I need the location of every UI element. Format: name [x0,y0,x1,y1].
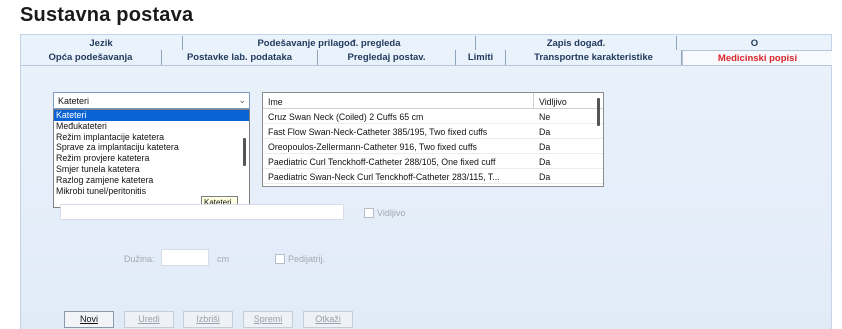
length-label: Dužina: [124,254,155,264]
tab-row-top: Jezik Podešavanje prilagođ. pregleda Zap… [20,36,832,50]
tab-transport-characteristics[interactable]: Transportne karakteristike [506,50,682,65]
visible-label: Vidljivo [377,208,406,218]
table-scrollbar[interactable] [597,98,600,126]
dropdown-option[interactable]: Međukateteri [54,121,249,132]
cell-name: Oreopoulos-Zellermann-Catheter 916, Two … [268,142,477,152]
pediatric-label: Pedijatrij. [288,254,326,264]
chevron-down-icon[interactable]: ⌄ [238,95,246,106]
delete-button[interactable]: Izbriši [183,311,233,328]
cell-name: Paediatric Curl Tenckhoff-Catheter 288/1… [268,157,496,167]
cell-visible: Ne [539,112,551,122]
dropdown-option[interactable]: Režim implantacije katetera [54,132,249,143]
tab-general-settings[interactable]: Opća podešavanja [20,50,162,65]
dropdown-option[interactable]: Razlog zamjene katetera [54,175,249,186]
dropdown-option[interactable]: Smjer tunela katetera [54,164,249,175]
column-header-visible[interactable]: Vidljivo [534,93,594,108]
items-table: Ime Vidljivo Cruz Swan Neck (Coiled) 2 C… [262,92,604,187]
category-dropdown-list: Kateteri Međukateteri Režim implantacije… [53,109,250,208]
category-select[interactable]: Kateteri ⌄ [53,92,250,109]
tab-event-log[interactable]: Zapis događ. [476,36,677,50]
cell-name: Paediatric Swan-Neck Curl Tenckhoff-Cath… [268,172,500,182]
dropdown-option[interactable]: Mikrobi tunel/peritonitis [54,186,249,197]
cell-name: Fast Flow Swan-Neck-Catheter 385/195, Tw… [268,127,488,137]
name-field[interactable] [60,204,344,220]
edit-button[interactable]: Uredi [124,311,174,328]
table-row[interactable]: Cruz Swan Neck (Coiled) 2 Cuffs 65 cm Ne [263,109,603,124]
tab-review-settings[interactable]: Pregledaj postav. [318,50,456,65]
length-unit: cm [217,254,229,264]
table-row[interactable]: Paediatric Curl Tenckhoff-Catheter 288/1… [263,154,603,169]
dropdown-scrollbar[interactable] [243,138,246,166]
cell-visible: Da [539,142,551,152]
tab-medical-lists[interactable]: Medicinski popisi [682,50,832,65]
length-field[interactable] [161,249,209,266]
table-row[interactable]: Paediatric Swan-Neck Curl Tenckhoff-Cath… [263,169,603,184]
cell-visible: Da [539,157,551,167]
cancel-button[interactable]: Otkaži [303,311,353,328]
tab-limits[interactable]: Limiti [456,50,506,65]
cell-visible: Da [539,127,551,137]
tab-language[interactable]: Jezik [20,36,183,50]
tab-lab-data-settings[interactable]: Postavke lab. podataka [162,50,318,65]
table-header: Ime Vidljivo [263,93,603,109]
dropdown-option[interactable]: Sprave za implantaciju katetera [54,142,249,153]
tab-row-bottom: Opća podešavanja Postavke lab. podataka … [20,50,832,66]
tab-about[interactable]: O [677,36,832,50]
column-header-name[interactable]: Ime [263,93,534,108]
cell-visible: Da [539,172,551,182]
tab-custom-view-settings[interactable]: Podešavanje prilagođ. pregleda [183,36,476,50]
dropdown-option[interactable]: Kateteri [54,110,249,121]
pediatric-checkbox[interactable] [275,254,285,264]
cell-name: Cruz Swan Neck (Coiled) 2 Cuffs 65 cm [268,112,424,122]
system-settings-page: Sustavna postava Jezik Podešavanje prila… [0,0,842,329]
save-button[interactable]: Spremi [243,311,293,328]
page-title: Sustavna postava [20,4,194,26]
category-select-value: Kateteri [58,96,90,106]
visible-checkbox[interactable] [364,208,374,218]
table-row[interactable]: Oreopoulos-Zellermann-Catheter 916, Two … [263,139,603,154]
new-button[interactable]: Novi [64,311,114,328]
dropdown-option[interactable]: Režim provjere katetera [54,153,249,164]
table-row[interactable]: Fast Flow Swan-Neck-Catheter 385/195, Tw… [263,124,603,139]
